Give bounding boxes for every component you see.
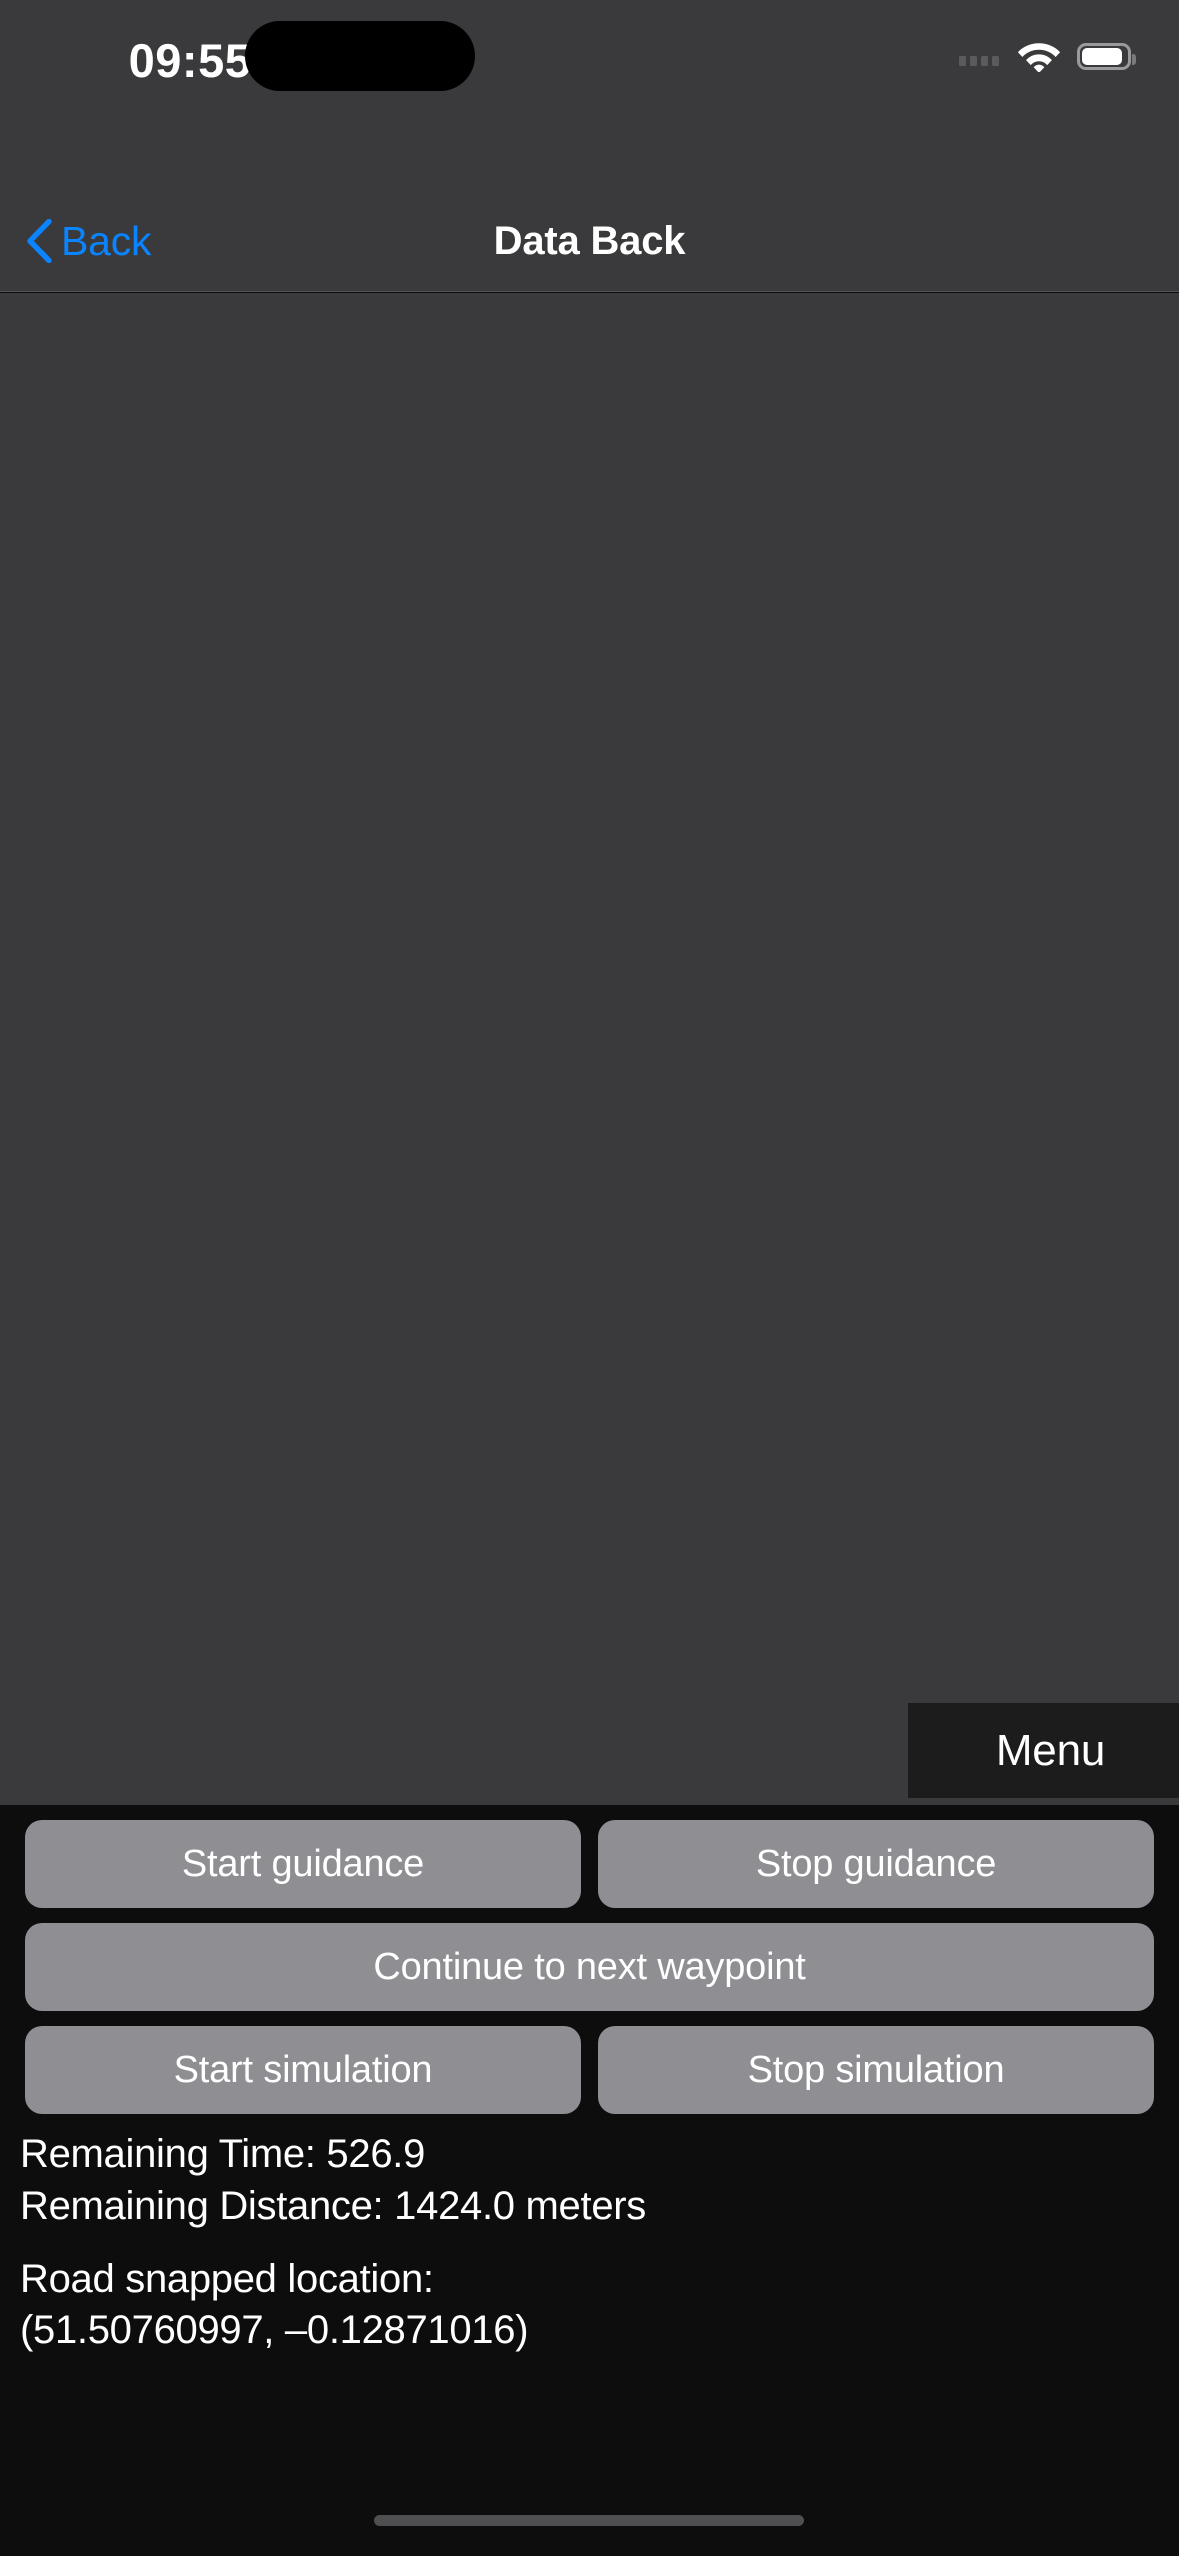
location-info-block: Road snapped location: (51.50760997, –0.… <box>0 2254 1179 2356</box>
menu-button-label: Menu <box>995 1725 1106 1775</box>
remaining-distance-text: Remaining Distance: 1424.0 meters <box>20 2184 646 2228</box>
waypoint-button-row: Continue to next waypoint <box>0 1923 1179 2011</box>
remaining-time-text: Remaining Time: 526.9 <box>20 2132 426 2176</box>
controls-panel: Start guidance Stop guidance Continue to… <box>0 1805 1179 2556</box>
menu-button[interactable]: Menu <box>908 1703 1179 1798</box>
battery-full-icon <box>1077 42 1136 70</box>
start-guidance-button[interactable]: Start guidance <box>25 1820 581 1908</box>
map-view[interactable]: Menu <box>0 293 1179 1805</box>
wifi-icon <box>1017 40 1061 72</box>
status-bar-indicators <box>959 34 1136 78</box>
road-snapped-location-text: Road snapped location: (51.50760997, –0.… <box>20 2257 529 2352</box>
status-bar: 09:55 <box>0 0 1179 190</box>
start-simulation-button[interactable]: Start simulation <box>25 2026 581 2114</box>
route-info-block: Remaining Time: 526.9 Remaining Distance… <box>0 2134 1179 2226</box>
stop-guidance-button[interactable]: Stop guidance <box>598 1820 1154 1908</box>
guidance-button-row: Start guidance Stop guidance <box>0 1820 1179 1908</box>
dynamic-island <box>245 21 475 91</box>
simulation-button-row: Start simulation Stop simulation <box>0 2026 1179 2114</box>
stop-simulation-button[interactable]: Stop simulation <box>598 2026 1154 2114</box>
home-indicator[interactable] <box>374 2515 804 2526</box>
phone-screen: 09:55 Back Data Back Menu Start guidance… <box>0 0 1179 2556</box>
navigation-bar: Back Data Back <box>0 190 1179 292</box>
continue-to-next-waypoint-button[interactable]: Continue to next waypoint <box>25 1923 1154 2011</box>
page-title: Data Back <box>493 219 686 263</box>
cellular-signal-icon <box>959 46 999 66</box>
